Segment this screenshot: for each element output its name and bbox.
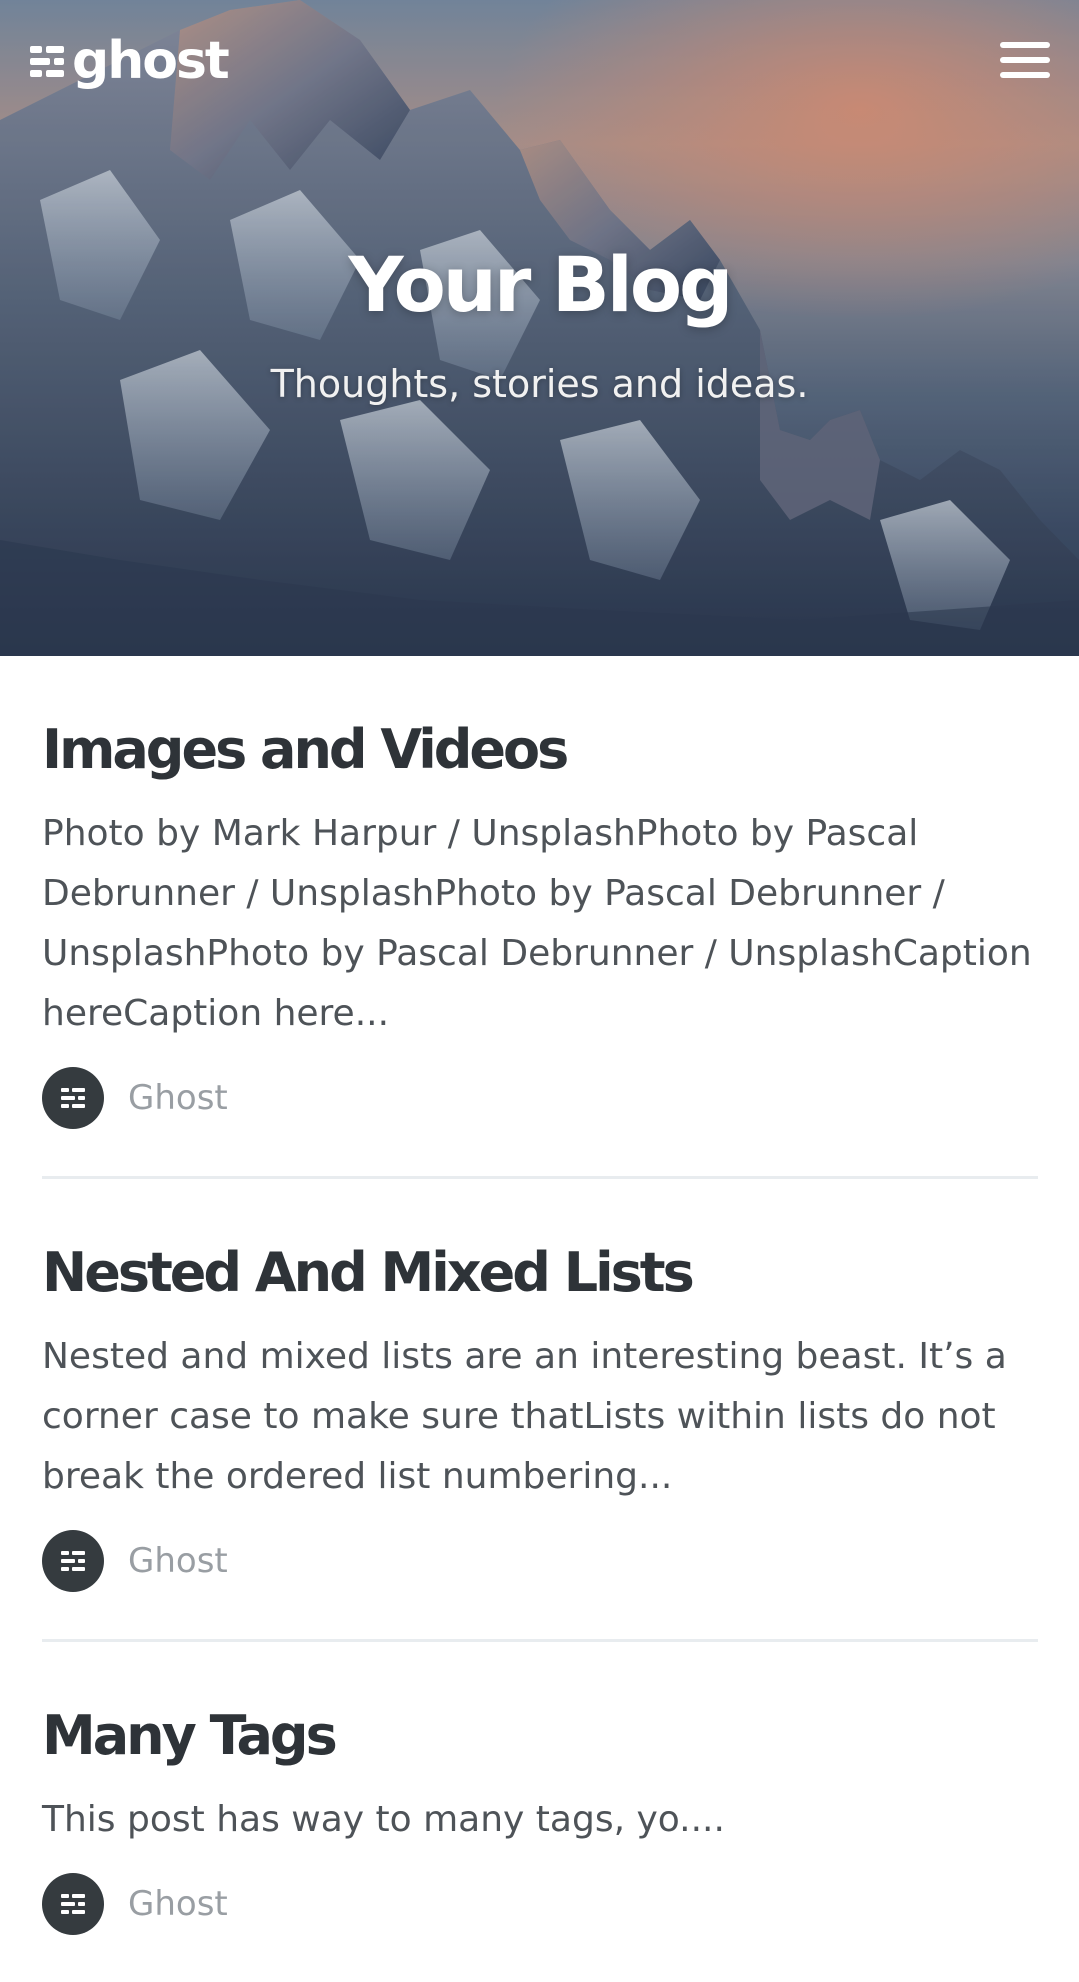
post-title[interactable]: Nested And Mixed Lists (42, 1239, 1038, 1307)
post-meta: Ghost (42, 1872, 1038, 1936)
site-logo[interactable]: ghost (30, 26, 230, 96)
ghost-avatar-icon (61, 1551, 85, 1571)
ghost-avatar-icon (61, 1894, 85, 1914)
site-description: Thoughts, stories and ideas. (270, 362, 809, 406)
post-meta: Ghost (42, 1066, 1038, 1130)
site-title: Your Blog (348, 240, 734, 329)
author-name[interactable]: Ghost (128, 1078, 228, 1118)
post-card[interactable]: Images and Videos Photo by Mark Harpur /… (42, 656, 1038, 1179)
ghost-logo-icon (30, 46, 64, 77)
post-title[interactable]: Images and Videos (42, 716, 1038, 784)
logo-text: ghost (72, 31, 230, 91)
post-card[interactable]: Many Tags This post has way to many tags… (42, 1642, 1038, 1982)
post-excerpt[interactable]: Photo by Mark Harpur / UnsplashPhoto by … (42, 804, 1038, 1044)
post-card[interactable]: Nested And Mixed Lists Nested and mixed … (42, 1179, 1038, 1642)
menu-button[interactable] (1000, 42, 1052, 82)
author-name[interactable]: Ghost (128, 1541, 228, 1581)
author-avatar[interactable] (42, 1873, 104, 1935)
author-avatar[interactable] (42, 1530, 104, 1592)
post-excerpt[interactable]: Nested and mixed lists are an interestin… (42, 1327, 1038, 1507)
post-title[interactable]: Many Tags (42, 1702, 1038, 1770)
ghost-avatar-icon (61, 1088, 85, 1108)
top-nav: ghost (0, 0, 1079, 120)
author-avatar[interactable] (42, 1067, 104, 1129)
post-excerpt[interactable]: This post has way to many tags, yo.... (42, 1790, 1038, 1850)
hamburger-menu-icon (1000, 42, 1052, 78)
author-name[interactable]: Ghost (128, 1884, 228, 1924)
post-feed: Images and Videos Photo by Mark Harpur /… (42, 656, 1038, 1982)
site-header: ghost Your Blog Thoughts, stories and id… (0, 0, 1079, 656)
post-meta: Ghost (42, 1529, 1038, 1593)
